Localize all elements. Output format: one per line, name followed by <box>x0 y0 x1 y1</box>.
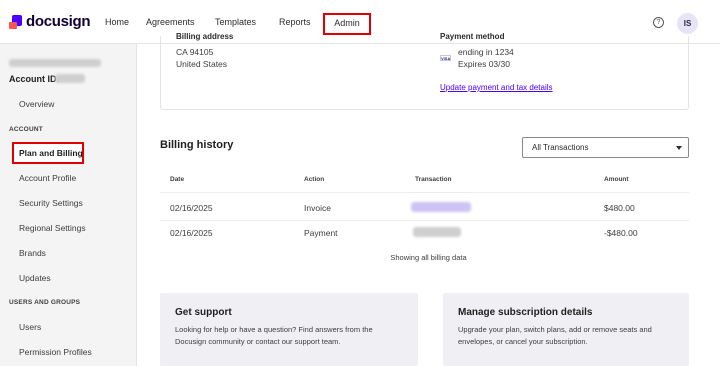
row-action: Payment <box>304 228 338 238</box>
row-date: 02/16/2025 <box>170 203 213 213</box>
payment-method-label: Payment method <box>440 32 505 41</box>
sidebar-item-updates[interactable]: Updates <box>19 273 51 283</box>
billing-details-card: Billing address CA 94105 United States P… <box>160 32 689 110</box>
account-id-label: Account ID: <box>9 74 60 84</box>
get-support-text: Looking for help or have a question? Fin… <box>175 324 373 348</box>
logo-text: docusign <box>26 13 91 30</box>
update-payment-link[interactable]: Update payment and tax details <box>440 83 553 92</box>
sidebar-item-overview[interactable]: Overview <box>19 99 54 109</box>
nav-admin-label: Admin <box>334 18 360 28</box>
manage-subscription-text-line1: Upgrade your plan, switch plans, add or … <box>458 325 652 334</box>
manage-subscription-card[interactable]: Manage subscription details Upgrade your… <box>443 293 689 366</box>
sidebar-item-label: Plan and Billing <box>19 148 83 158</box>
sidebar-item-account-profile[interactable]: Account Profile <box>19 173 76 183</box>
card-expiry: Expires 03/30 <box>458 59 510 69</box>
get-support-title: Get support <box>175 307 232 318</box>
chevron-down-icon <box>676 146 682 150</box>
main-content: Billing address CA 94105 United States P… <box>137 32 720 366</box>
sidebar-item-security-settings[interactable]: Security Settings <box>19 198 83 208</box>
row-action: Invoice <box>304 203 331 213</box>
get-support-text-line2: Docusign community or contact our suppor… <box>175 337 341 346</box>
row-transaction-redacted[interactable] <box>413 227 461 237</box>
sidebar-section-users-and-groups: USERS AND GROUPS <box>9 299 81 306</box>
nav-admin[interactable]: Admin <box>323 13 371 35</box>
billing-address-line2: United States <box>176 59 228 69</box>
sidebar-item-plan-and-billing[interactable]: Plan and Billing <box>12 142 84 164</box>
table-divider <box>160 192 689 193</box>
row-date: 02/16/2025 <box>170 228 213 238</box>
card-ending: ending in 1234 <box>458 47 514 57</box>
billing-footer-text: Showing all billing data <box>390 253 467 262</box>
nav-templates[interactable]: Templates <box>215 17 256 27</box>
billing-history-title: Billing history <box>160 139 234 151</box>
sidebar-item-brands[interactable]: Brands <box>19 248 46 258</box>
transactions-filter-select[interactable]: All Transactions <box>522 137 689 158</box>
user-avatar[interactable]: IS <box>677 13 698 34</box>
sidebar-item-permission-profiles[interactable]: Permission Profiles <box>19 347 92 357</box>
row-amount: $480.00 <box>604 203 635 213</box>
account-name-redacted <box>9 59 101 67</box>
nav-home[interactable]: Home <box>105 17 129 27</box>
manage-subscription-text: Upgrade your plan, switch plans, add or … <box>458 324 652 348</box>
sidebar-section-account: ACCOUNT <box>9 126 43 133</box>
column-header-transaction: Transaction <box>415 176 452 183</box>
sidebar-item-users[interactable]: Users <box>19 322 41 332</box>
manage-subscription-title: Manage subscription details <box>458 307 593 318</box>
docusign-logo-icon <box>9 14 22 29</box>
transactions-filter-value: All Transactions <box>532 143 589 152</box>
column-header-action: Action <box>304 176 325 183</box>
docusign-logo[interactable]: docusign <box>9 13 91 30</box>
sidebar-item-regional-settings[interactable]: Regional Settings <box>19 223 86 233</box>
get-support-card[interactable]: Get support Looking for help or have a q… <box>160 293 418 366</box>
billing-address-line1: CA 94105 <box>176 47 214 57</box>
account-id-redacted <box>55 74 85 83</box>
nav-agreements[interactable]: Agreements <box>146 17 195 27</box>
column-header-amount: Amount <box>604 176 629 183</box>
visa-card-icon: VISA <box>440 55 451 61</box>
nav-reports[interactable]: Reports <box>279 17 311 27</box>
manage-subscription-text-line2: envelopes, or cancel your subscription. <box>458 337 588 346</box>
admin-sidebar: Account ID: Overview ACCOUNT Plan and Bi… <box>0 44 137 366</box>
table-divider <box>160 220 689 221</box>
column-header-date: Date <box>170 176 185 183</box>
row-transaction-redacted[interactable] <box>411 202 471 212</box>
row-amount: -$480.00 <box>604 228 638 238</box>
help-icon[interactable]: ? <box>653 17 664 28</box>
get-support-text-line1: Looking for help or have a question? Fin… <box>175 325 373 334</box>
billing-address-label: Billing address <box>176 32 234 41</box>
